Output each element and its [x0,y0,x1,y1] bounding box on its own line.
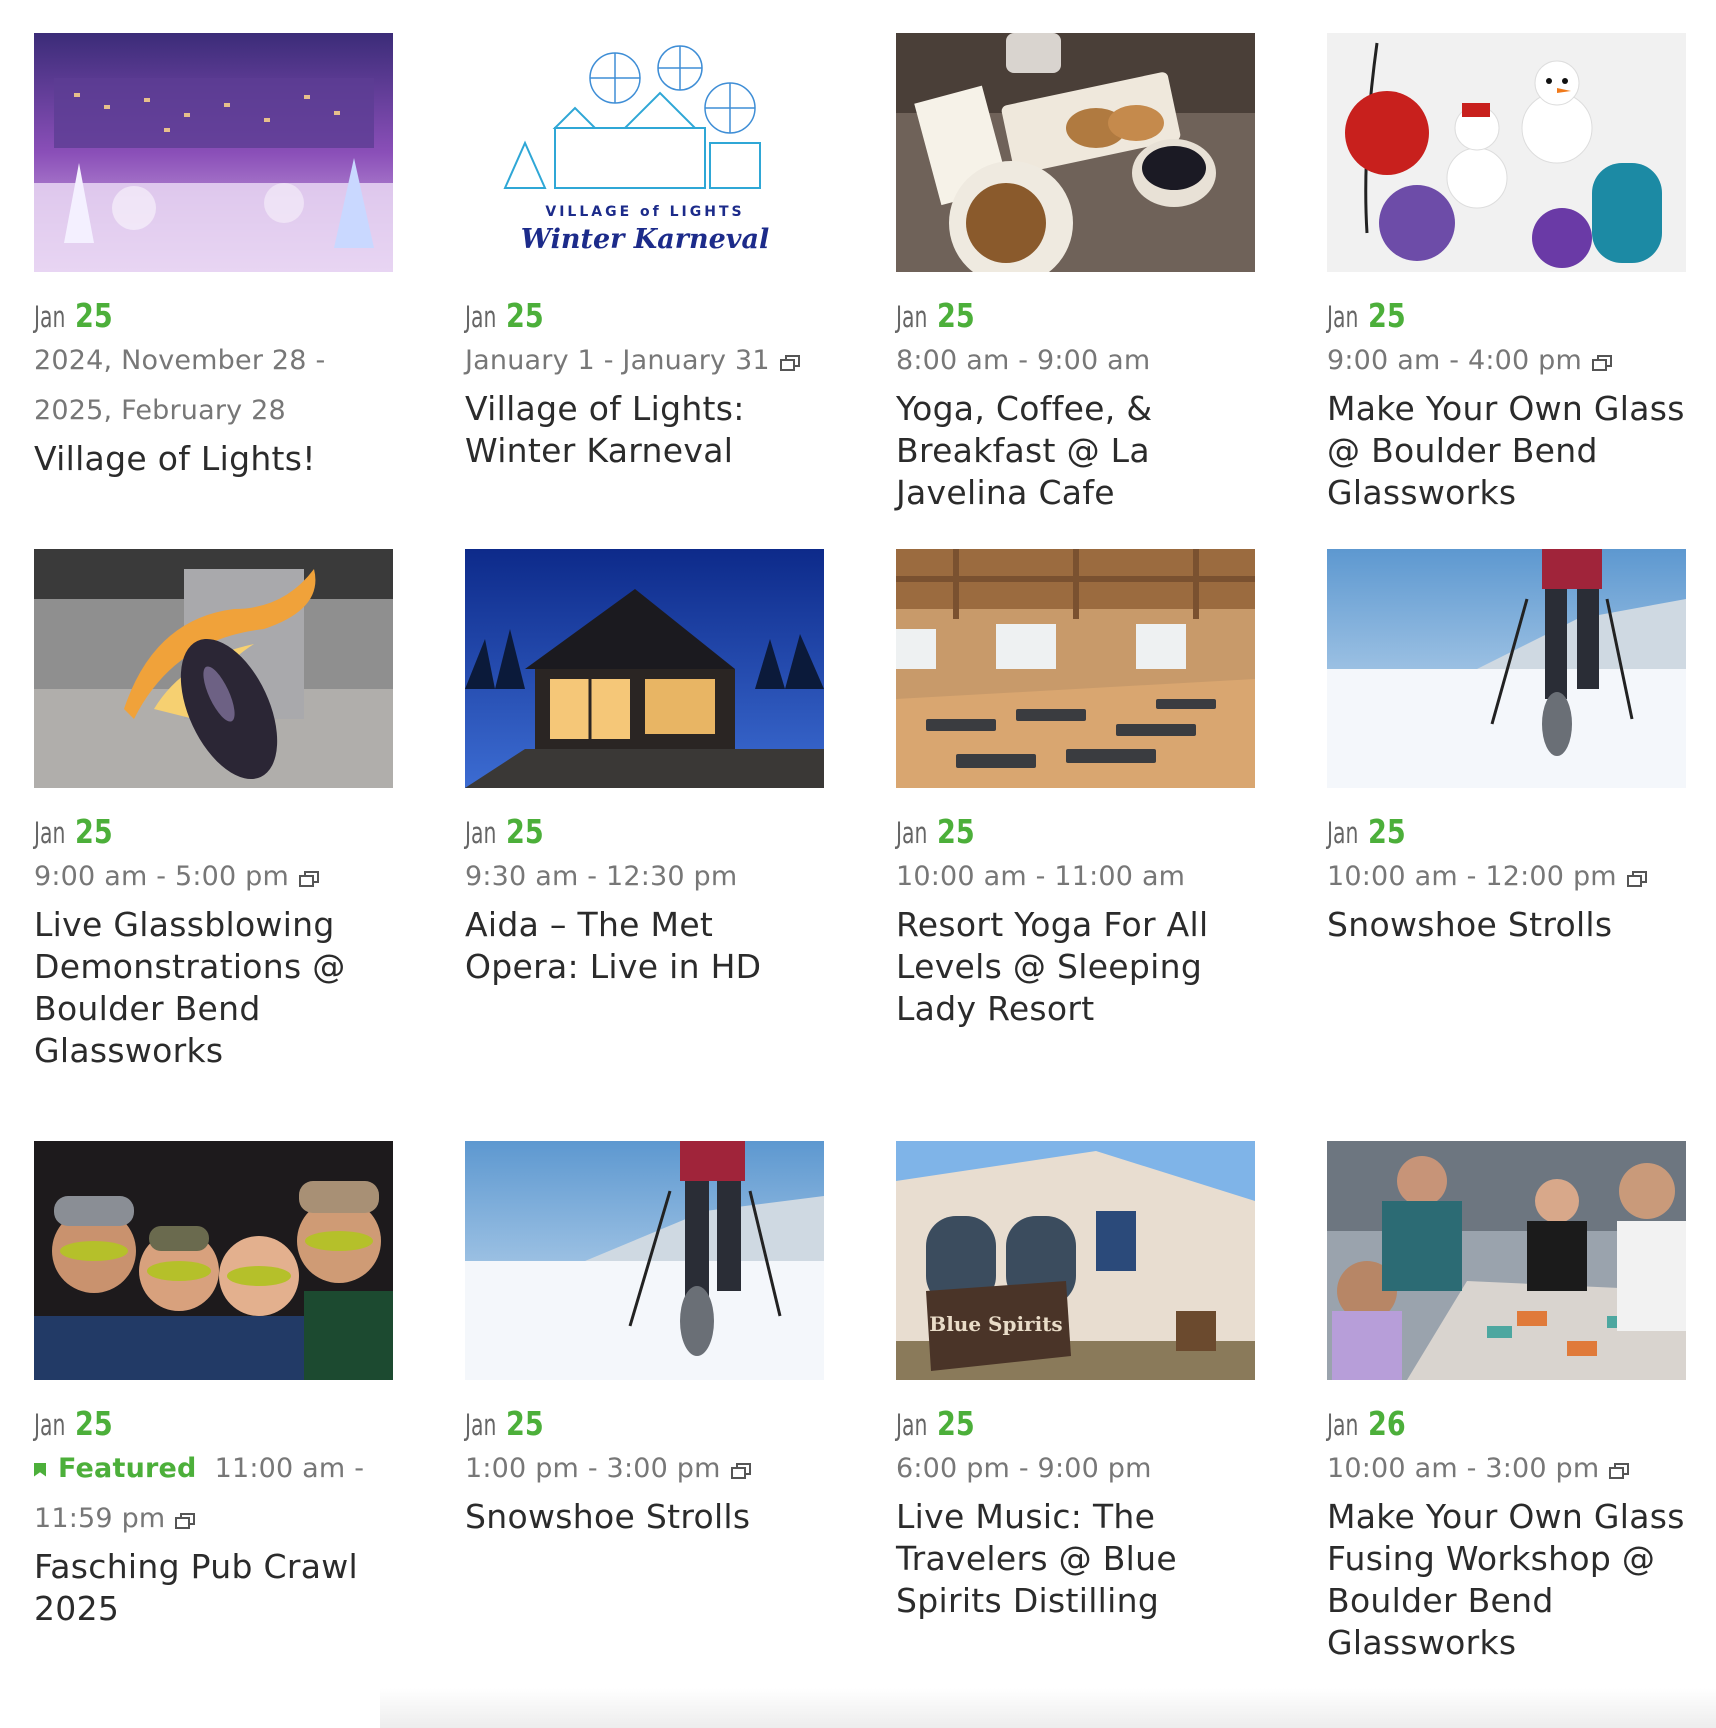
event-month: Jan [465,300,497,334]
featured-badge: Featured [34,1453,197,1484]
event-image-snowshoe[interactable] [1327,549,1686,788]
event-card[interactable]: Jan 26 10:00 am - 3:00 pm Make Your Own … [1327,1141,1686,1701]
event-image-winter-karneval[interactable]: VILLAGE of LIGHTS Winter Karneval [465,33,824,272]
event-title[interactable]: Live Music: The Travelers @ Blue Spirits… [896,1496,1255,1622]
event-time: 10:00 am - 3:00 pm [1327,1444,1686,1494]
event-image-distillery[interactable]: Blue Spirits [896,1141,1255,1380]
event-month: Jan [34,300,66,334]
event-date: Jan 25 [896,296,1255,340]
recurring-icon [1592,355,1613,371]
event-month: Jan [465,1408,497,1442]
event-time: 6:00 pm - 9:00 pm [896,1453,1152,1484]
event-image-lodge-night[interactable] [465,549,824,788]
event-card[interactable]: Jan 25 Featured 11:00 am - 11:59 pm Fasch… [34,1141,393,1701]
event-card[interactable]: VILLAGE of LIGHTS Winter Karneval Jan 25… [465,33,824,549]
event-month: Jan [34,1408,66,1442]
event-date: Jan 25 [896,812,1255,856]
event-month: Jan [896,300,928,334]
event-time: 2024, November 28 - 2025, February 28 [34,345,326,426]
event-day: 25 [75,296,113,335]
event-image-glassblowing[interactable] [34,549,393,788]
event-day: 25 [937,1404,975,1443]
event-time: January 1 - January 31 [465,336,824,386]
event-image-glass-fusing[interactable] [1327,1141,1686,1380]
event-title[interactable]: Snowshoe Strolls [465,1496,824,1538]
recurring-icon [730,1463,751,1479]
logo-main-text: Winter Karneval [521,224,769,255]
event-day: 25 [506,296,544,335]
event-title[interactable]: Make Your Own Glass Fusing Workshop @ Bo… [1327,1496,1686,1664]
recurring-icon [1626,871,1647,887]
event-image-yoga-hall[interactable] [896,549,1255,788]
event-date: Jan 25 [465,296,824,340]
event-card[interactable]: Jan 25 2024, November 28 - 2025, Februar… [34,33,393,549]
event-date: Jan 26 [1327,1404,1686,1448]
event-time: 9:00 am - 5:00 pm [34,852,393,902]
event-date: Jan 25 [1327,296,1686,340]
event-month: Jan [1327,300,1359,334]
event-time: 10:00 am - 11:00 am [896,861,1186,892]
event-card[interactable]: Jan 25 10:00 am - 12:00 pm Snowshoe Stro… [1327,549,1686,1141]
event-day: 25 [506,1404,544,1443]
event-title[interactable]: Yoga, Coffee, & Breakfast @ La Javelina … [896,388,1255,514]
event-day: 25 [506,812,544,851]
event-title[interactable]: Aida – The Met Opera: Live in HD [465,904,824,988]
recurring-icon [779,355,800,371]
event-date: Jan 25 [34,812,393,856]
event-date: Jan 25 [465,812,824,856]
event-title[interactable]: Live Glassblowing Demonstrations @ Bould… [34,904,393,1072]
event-time: Featured 11:00 am - 11:59 pm [34,1453,365,1534]
event-day: 25 [75,1404,113,1443]
event-title[interactable]: Village of Lights: Winter Karneval [465,388,824,472]
event-date: Jan 25 [1327,812,1686,856]
event-card[interactable]: Jan 25 10:00 am - 11:00 am Resort Yoga F… [896,549,1255,1141]
event-day: 25 [937,296,975,335]
event-card[interactable]: Jan 25 9:00 am - 5:00 pm Live Glassblowi… [34,549,393,1141]
event-card[interactable]: Blue Spirits Jan 25 6:00 pm - 9:00 pm Li… [896,1141,1255,1701]
event-date: Jan 25 [34,296,393,340]
event-title[interactable]: Village of Lights! [34,438,393,480]
event-title[interactable]: Fasching Pub Crawl 2025 [34,1546,393,1630]
event-image-coffee-breakfast[interactable] [896,33,1255,272]
event-title[interactable]: Make Your Own Glass @ Boulder Bend Glass… [1327,388,1686,514]
event-time: 9:30 am - 12:30 pm [465,861,738,892]
events-grid: Jan 25 2024, November 28 - 2025, Februar… [34,33,1686,1701]
event-date: Jan 25 [896,1404,1255,1448]
event-month: Jan [896,1408,928,1442]
event-time: 8:00 am - 9:00 am [896,345,1151,376]
event-time: 1:00 pm - 3:00 pm [465,1444,824,1494]
event-image-masked-friends[interactable] [34,1141,393,1380]
flag-icon [34,1462,46,1477]
event-card[interactable]: Jan 25 8:00 am - 9:00 am Yoga, Coffee, &… [896,33,1255,549]
event-time: 10:00 am - 12:00 pm [1327,852,1686,902]
event-card[interactable]: Jan 25 9:30 am - 12:30 pm Aida – The Met… [465,549,824,1141]
recurring-icon [1609,1463,1630,1479]
event-month: Jan [896,816,928,850]
event-month: Jan [1327,1408,1359,1442]
event-day: 25 [1368,296,1406,335]
event-date: Jan 25 [34,1404,393,1448]
event-day: 25 [75,812,113,851]
distillery-sign-text: Blue Spirits [929,1312,1062,1336]
recurring-icon [175,1513,196,1529]
event-day: 25 [937,812,975,851]
recurring-icon [299,871,320,887]
logo-top-text: VILLAGE of LIGHTS [545,204,744,220]
event-month: Jan [465,816,497,850]
event-date: Jan 25 [465,1404,824,1448]
event-day: 26 [1368,1404,1406,1443]
event-day: 25 [1368,812,1406,851]
event-time: 9:00 am - 4:00 pm [1327,336,1686,386]
event-title[interactable]: Snowshoe Strolls [1327,904,1686,946]
event-card[interactable]: Jan 25 1:00 pm - 3:00 pm Snowshoe Stroll… [465,1141,824,1701]
event-image-village-lights[interactable] [34,33,393,272]
event-card[interactable]: Jan 25 9:00 am - 4:00 pm Make Your Own G… [1327,33,1686,549]
event-month: Jan [1327,816,1359,850]
event-title[interactable]: Resort Yoga For All Levels @ Sleeping La… [896,904,1255,1030]
event-image-snowshoe[interactable] [465,1141,824,1380]
event-image-glass-ornaments[interactable] [1327,33,1686,272]
event-month: Jan [34,816,66,850]
